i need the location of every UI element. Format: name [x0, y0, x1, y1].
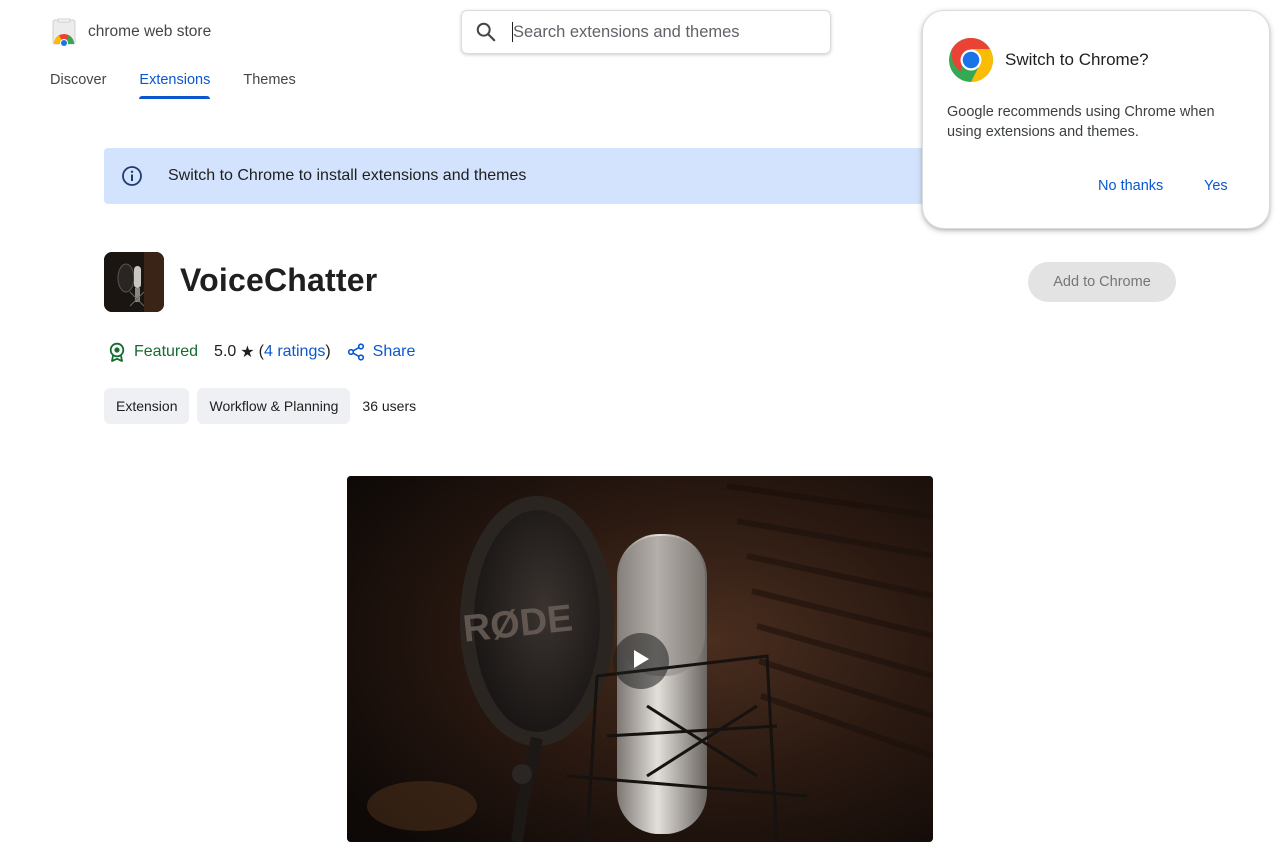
extension-meta: Featured 5.0 ★ ( 4 ratings ) Share [108, 340, 415, 364]
extension-title: VoiceChatter [180, 262, 378, 298]
no-thanks-button[interactable]: No thanks [1098, 178, 1163, 194]
search-icon[interactable] [475, 21, 497, 43]
yes-button[interactable]: Yes [1204, 178, 1228, 194]
tab-themes[interactable]: Themes [243, 72, 295, 100]
user-count: 36 users [362, 398, 417, 414]
chip-category[interactable]: Workflow & Planning [197, 388, 351, 424]
main-nav: Discover Extensions Themes [50, 72, 329, 100]
chip-type[interactable]: Extension [104, 388, 190, 424]
share-button[interactable]: Share [347, 343, 416, 361]
text-cursor [512, 22, 513, 42]
play-icon [631, 648, 651, 675]
featured-label: Featured [134, 343, 199, 360]
share-icon [347, 343, 365, 361]
share-label: Share [372, 343, 416, 360]
banner-text: Switch to Chrome to install extensions a… [168, 167, 527, 184]
featured-badge-icon [108, 342, 126, 362]
rating-value: 5.0 [214, 343, 237, 360]
add-to-chrome-button[interactable]: Add to Chrome [1028, 262, 1176, 302]
dialog-body: Google recommends using Chrome when usin… [947, 104, 1215, 140]
store-name: chrome web store [88, 23, 212, 40]
info-icon [120, 164, 144, 188]
ratings-paren-close: ) [325, 343, 331, 360]
star-icon: ★ [240, 344, 255, 361]
ratings-link[interactable]: 4 ratings [264, 343, 325, 361]
switch-to-chrome-banner: Switch to Chrome to install extensions a… [104, 148, 1004, 204]
tab-extensions[interactable]: Extensions [139, 72, 210, 100]
extension-icon [104, 252, 164, 312]
dialog-title: Switch to Chrome? [1005, 50, 1149, 69]
search-bar[interactable] [461, 10, 831, 54]
play-button[interactable] [613, 633, 669, 689]
store-logo[interactable]: chrome web store [50, 18, 212, 47]
promo-video[interactable]: RØDE [347, 476, 933, 842]
chrome-logo-icon [948, 37, 994, 83]
chrome-web-store-icon [50, 18, 78, 47]
tab-discover[interactable]: Discover [50, 72, 106, 100]
search-input[interactable] [513, 22, 813, 42]
switch-to-chrome-dialog: Switch to Chrome? Google recommends usin… [922, 10, 1270, 229]
extension-tags: Extension Workflow & Planning 36 users [104, 388, 416, 424]
